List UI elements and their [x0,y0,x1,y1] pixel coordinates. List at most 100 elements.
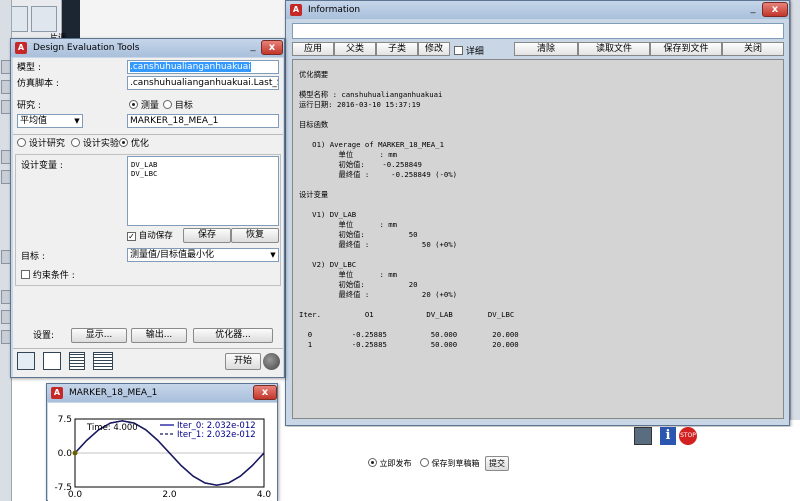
plot-titlebar[interactable]: A MARKER_18_MEA_1 x [47,384,277,402]
modify-button[interactable]: 修改 [418,42,450,56]
information-output-line [299,130,519,140]
check-icon[interactable]: ✓ [127,232,136,241]
submit-button[interactable]: 提交 [485,456,509,471]
mode-doe[interactable]: 设计实验 [71,138,119,150]
printer-icon[interactable] [634,427,652,445]
sim-script-label: 仿真脚本 : [17,79,59,89]
save-button[interactable]: 保存 [183,228,231,243]
verbose-checkbox[interactable]: 详细 [454,44,484,57]
background-right-scroll [790,0,800,420]
time-label: Time: 4.000 [86,423,138,433]
information-output-line: 优化摘要 [299,70,329,79]
x-tick-label: 0.0 [68,490,83,500]
model-value: .canshuhualianganhuakuai [130,62,251,72]
mode-optimize[interactable]: 优化 [119,138,149,150]
information-output-line [299,250,519,260]
radio-on-icon[interactable] [119,138,128,147]
design-variables-list[interactable]: DV_LAB DV_LBC [127,156,279,226]
table-icon[interactable] [69,352,85,370]
output-button[interactable]: 输出... [131,328,187,343]
model-field[interactable]: .canshuhualianganhuakuai [127,60,279,74]
information-output-line: O1) Average of MARKER_18_MEA_1 [299,140,444,149]
optimizer-button[interactable]: 优化器... [193,328,273,343]
plot-chart: 7.50.0-7.50.0 2.0 4.0Time: 4.000 Iter_0: 2.… [54,415,271,500]
info-icon[interactable]: i [660,427,676,445]
close-icon[interactable]: x [261,40,283,55]
information-output-line: 1 -0.25885 50.000 20.000 [299,340,519,349]
information-output-line: 单位 : mm [299,150,398,159]
design-eval-body: 模型 : .canshuhualianganhuakuai 仿真脚本 : .ca… [13,58,283,377]
restore-button[interactable]: 恢复 [231,228,279,243]
goal-dropdown[interactable]: 测量值/目标值最小化 ▼ [127,248,279,262]
objective-label: 目标 [174,101,193,111]
minimize-button[interactable]: _ [746,2,760,17]
display-button[interactable]: 显示... [71,328,127,343]
mode-design-study[interactable]: 设计研究 [17,138,65,150]
close-button[interactable]: 关闭 [722,42,784,56]
autosave-checkbox[interactable]: ✓ 自动保存 [127,230,173,242]
information-output-line [299,320,519,330]
clear-button[interactable]: 清除 [514,42,578,56]
plot-title: MARKER_18_MEA_1 [69,388,158,398]
radio-on-icon[interactable] [129,100,138,109]
information-output-line: Iter. O1 DV_LAB DV_LBC [299,310,515,319]
radio-off-icon[interactable] [163,100,172,109]
export-table-icon[interactable] [93,352,113,370]
measure-label: 测量 [140,101,159,111]
toolbar-icon[interactable] [31,6,57,32]
objective-option[interactable]: 目标 [163,100,193,112]
apply-button[interactable]: 应用 [292,42,334,56]
publish-now-option[interactable]: 立即发布 [368,458,412,470]
radio-off-icon[interactable] [420,458,429,467]
model-label: 模型 : [17,63,41,73]
information-output-line [299,80,519,90]
information-output-line [299,180,519,190]
design-eval-title: Design Evaluation Tools [33,43,140,53]
information-output-line: V1) DV_LAB [299,210,357,219]
verbose-check-icon[interactable] [454,46,463,55]
information-output-line: V2) DV_LBC [299,260,357,269]
plot-icon[interactable] [43,352,61,370]
chevron-down-icon[interactable]: ▼ [268,249,278,261]
autosave-label: 自动保存 [138,231,173,241]
chevron-down-icon[interactable]: ▼ [72,115,82,127]
command-input[interactable] [292,23,784,39]
minimize-button[interactable]: _ [247,40,259,55]
divider [13,348,283,349]
radio-on-icon[interactable] [368,458,377,467]
radio-off-icon[interactable] [71,138,80,147]
save-to-file-button[interactable]: 保存到文件 [650,42,722,56]
stop-icon[interactable]: STOP [679,427,697,445]
information-titlebar[interactable]: A Information _ x [286,1,789,19]
data-point [72,450,78,456]
constraint-checkbox[interactable]: 约束条件 : [21,270,75,282]
design-variable-item[interactable]: DV_LBC [131,169,157,178]
information-output[interactable]: 优化摘要 模型名称 : canshuhualianganhuakuai 运行日期:… [292,59,784,419]
mode-optimize-label: 优化 [130,139,149,149]
radio-off-icon[interactable] [17,138,26,147]
read-file-button[interactable]: 读取文件 [578,42,650,56]
children-button[interactable]: 子类 [376,42,418,56]
tool-icon[interactable] [17,352,35,370]
average-dropdown[interactable]: 平均值 ▼ [17,114,83,128]
start-button[interactable]: 开始 [225,353,261,370]
plot-area[interactable]: 7.5 0.0 -7.5 0.0 2.0 4.0 Time: 4.000 Iter_0: 2.… [48,403,277,501]
measure-field[interactable]: MARKER_18_MEA_1 [127,114,279,128]
information-output-line: 最终值 : -0.258849 (-0%) [299,170,458,179]
save-draft-option[interactable]: 保存到草稿箱 [420,458,480,470]
constraint-label: 约束条件 : [32,271,75,281]
information-output-line [299,300,519,310]
check-icon[interactable] [21,270,30,279]
design-variable-item[interactable]: DV_LAB [131,160,157,169]
close-icon[interactable]: x [253,385,277,400]
measure-option[interactable]: 测量 [129,100,159,112]
information-output-line [299,110,519,120]
sim-script-field[interactable]: .canshuhualianganhuakuai.Last_Sim [127,76,279,90]
information-output-line: 目标函数 [299,120,329,129]
close-icon[interactable]: x [762,2,788,17]
design-eval-titlebar[interactable]: A Design Evaluation Tools _ x [11,39,284,57]
information-title: Information [308,5,361,15]
legend-entry: Iter_1: 2.032e-012 [177,430,256,440]
information-output-line [299,200,519,210]
parent-button[interactable]: 父类 [334,42,376,56]
